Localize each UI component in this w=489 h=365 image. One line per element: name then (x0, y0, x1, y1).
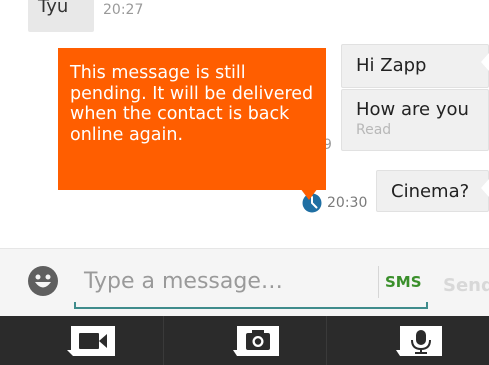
incoming-message-text: Tyu (38, 0, 69, 17)
outgoing-message-bubble[interactable]: Cinema? (376, 170, 489, 212)
message-composer: Type a message… SMS Send (0, 248, 489, 316)
incoming-message-time: 20:27 (103, 2, 144, 18)
read-status: Read (356, 122, 392, 138)
tooltip-arrow (300, 188, 318, 200)
smiley-icon[interactable] (27, 265, 59, 297)
camera-icon[interactable] (233, 324, 281, 358)
video-icon[interactable] (67, 324, 119, 358)
incoming-message-bubble[interactable]: Tyu (28, 0, 94, 32)
outgoing-message-text: Cinema? (391, 181, 470, 202)
message-input[interactable]: Type a message… (74, 259, 428, 309)
divider (378, 266, 379, 298)
bubble-notch (481, 179, 489, 197)
input-underline (74, 302, 428, 309)
outgoing-message-bubble[interactable]: Hi Zapp (341, 44, 489, 88)
bubble-notch (481, 53, 489, 71)
microphone-icon[interactable] (396, 324, 444, 358)
message-time: 20:30 (327, 195, 368, 211)
attachment-bar (0, 316, 489, 365)
divider (326, 316, 327, 365)
send-button[interactable]: Send (443, 275, 489, 296)
chat-area[interactable]: Tyu 20:27 Hi Zapp How are you Read 9 Cin… (0, 0, 489, 248)
sms-mode-badge[interactable]: SMS (385, 273, 422, 291)
message-input-placeholder: Type a message… (84, 269, 283, 294)
outgoing-message-text: How are you (356, 99, 469, 120)
outgoing-message-text: Hi Zapp (356, 55, 427, 76)
divider (163, 316, 164, 365)
pending-tooltip[interactable]: This message is still pending. It will b… (58, 48, 326, 190)
outgoing-message-bubble[interactable]: How are you Read (341, 89, 489, 151)
